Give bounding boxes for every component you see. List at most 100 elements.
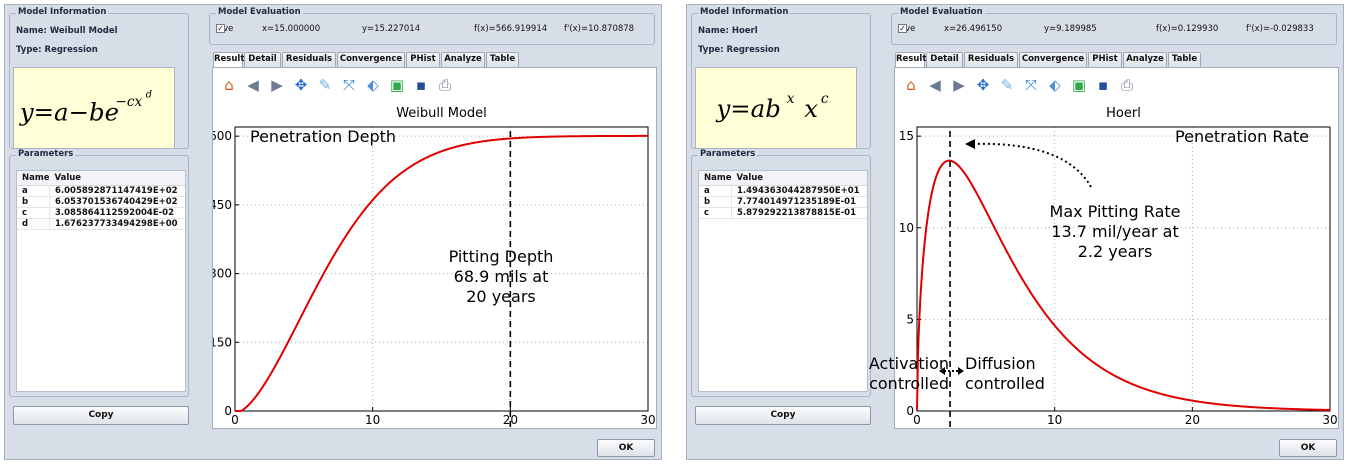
table-row[interactable]: b 7.774014971235189E-01 — [699, 196, 867, 208]
annotation-penetration-depth: Penetration Depth — [250, 127, 397, 146]
tab-phist[interactable]: PHist — [406, 52, 440, 67]
param-name: a — [699, 185, 732, 197]
table-row[interactable]: a 6.005892871147419E+02 — [17, 185, 185, 197]
tab-table[interactable]: Table — [1168, 52, 1201, 67]
plot-toolbar: ⌂ ◀ ▶ ✥ ✎ ⤧ ⬖ ▣ ▪ ⎙ — [213, 68, 455, 101]
result-tabs: Result Detail Residuals Convergence PHis… — [213, 52, 653, 68]
add-image-icon[interactable]: ▣ — [1069, 75, 1089, 95]
y-tick-label: 300 — [213, 267, 232, 281]
tab-residuals[interactable]: Residuals — [282, 52, 336, 67]
parameters-title: Parameters — [698, 149, 758, 159]
result-panel: ⌂ ◀ ▶ ✥ ✎ ⤧ ⬖ ▣ ▪ ⎙ Hoerl 0 10 20 30 0 5 10 15 P… — [869, 67, 1339, 429]
eval-y: y=15.227014 — [362, 24, 421, 34]
ok-button[interactable]: OK — [1279, 439, 1337, 457]
table-row[interactable]: d 1.676237733494298E+00 — [17, 218, 185, 230]
tab-convergence[interactable]: Convergence — [337, 52, 405, 67]
param-value: 1.494363044287950E+01 — [731, 185, 867, 197]
tab-detail[interactable]: Detail — [244, 52, 281, 67]
tab-residuals[interactable]: Residuals — [964, 52, 1018, 67]
edit-icon[interactable]: ✎ — [997, 75, 1017, 95]
live-toggle[interactable]: ✓Live — [216, 24, 233, 34]
plot-area[interactable]: Hoerl 0 10 20 30 0 5 10 15 Penetration Rate Max … — [869, 101, 1338, 428]
eval-x: x=26.496150 — [944, 24, 1003, 34]
param-value: 7.774014971235189E-01 — [731, 196, 867, 208]
pan-icon[interactable]: ✥ — [291, 75, 311, 95]
tag-icon[interactable]: ⬖ — [1045, 75, 1065, 95]
eval-x: x=15.000000 — [262, 24, 321, 34]
tab-convergence[interactable]: Convergence — [1019, 52, 1087, 67]
model-evaluation-title: Model Evaluation — [898, 7, 985, 17]
table-header: Name Value — [699, 171, 867, 186]
hoerl-chart[interactable]: Hoerl 0 10 20 30 0 5 10 15 — [895, 101, 1338, 428]
print-icon[interactable]: ⎙ — [1117, 75, 1137, 95]
copy-button[interactable]: Copy — [13, 406, 189, 425]
print-icon[interactable]: ⎙ — [435, 75, 455, 95]
home-icon[interactable]: ⌂ — [901, 75, 921, 95]
annotation-penetration-rate: Penetration Rate — [1175, 127, 1309, 146]
save-icon[interactable]: ▪ — [1093, 75, 1113, 95]
column-header-value[interactable]: Value — [731, 171, 867, 186]
tab-phist[interactable]: PHist — [1088, 52, 1122, 67]
zoom-fit-icon[interactable]: ⤧ — [339, 75, 359, 95]
zoom-fit-icon[interactable]: ⤧ — [1021, 75, 1041, 95]
model-evaluation-group: Model Evaluation ✓Live x=26.496150 y=9.1… — [891, 7, 1337, 45]
param-value: 5.879292213878815E-01 — [731, 207, 867, 219]
parameters-table[interactable]: Name Value a 6.005892871147419E+02 b 6.053… — [16, 170, 186, 392]
back-icon[interactable]: ◀ — [243, 75, 263, 95]
chart-title: Hoerl — [1106, 106, 1141, 121]
column-header-name[interactable]: Name — [17, 171, 50, 186]
param-value: 1.676237733494298E+00 — [49, 218, 185, 230]
live-checkbox[interactable]: ✓ — [216, 24, 225, 33]
svg-text:c: c — [821, 91, 829, 107]
eval-fx: f(x)=0.129930 — [1156, 24, 1219, 34]
model-information-title: Model Information — [16, 7, 109, 17]
weibull-chart[interactable]: Weibull Model01020300150300450600 — [213, 101, 656, 428]
model-name: Name: Hoerl — [698, 26, 758, 36]
peak-arrow-head — [965, 139, 975, 149]
pan-icon[interactable]: ✥ — [973, 75, 993, 95]
back-icon[interactable]: ◀ — [925, 75, 945, 95]
save-icon[interactable]: ▪ — [411, 75, 431, 95]
tag-icon[interactable]: ⬖ — [363, 75, 383, 95]
annotation-line: 2.2 years — [1077, 242, 1153, 261]
y-tick-label: 450 — [213, 198, 232, 212]
model-type: Type: Regression — [698, 45, 780, 55]
table-row[interactable]: c 5.879292213878815E-01 — [699, 207, 867, 219]
tab-analyze[interactable]: Analyze — [441, 52, 485, 67]
live-toggle[interactable]: ✓Live — [898, 24, 915, 34]
table-row[interactable]: a 1.494363044287950E+01 — [699, 185, 867, 197]
x-tick-label: 0 — [913, 413, 921, 427]
model-evaluation-title: Model Evaluation — [216, 7, 303, 17]
eval-y: y=9.189985 — [1044, 24, 1097, 34]
forward-icon[interactable]: ▶ — [949, 75, 969, 95]
weibull-model-window: Model Information Name: Weibull Model Ty… — [4, 4, 662, 460]
peak-arrow — [970, 142, 1092, 188]
annotation-line: Activation — [868, 354, 949, 373]
copy-button[interactable]: Copy — [695, 406, 871, 425]
home-icon[interactable]: ⌂ — [219, 75, 239, 95]
live-checkbox[interactable]: ✓ — [898, 24, 907, 33]
region-arrow-right-head — [958, 367, 964, 375]
parameters-table[interactable]: Name Value a 1.494363044287950E+01 b 7.774… — [698, 170, 868, 392]
tab-result[interactable]: Result — [895, 52, 926, 68]
tab-result[interactable]: Result — [213, 52, 244, 68]
plot-area[interactable]: Weibull Model01020300150300450600 Penetr… — [213, 101, 656, 428]
parameters-title: Parameters — [16, 149, 76, 159]
table-row[interactable]: c 3.085864112592004E-02 — [17, 207, 185, 219]
table-row[interactable]: b 6.053701536740429E+02 — [17, 196, 185, 208]
column-header-name[interactable]: Name — [699, 171, 732, 186]
formula-display: y=a−be −cx d — [13, 67, 175, 149]
add-image-icon[interactable]: ▣ — [387, 75, 407, 95]
annotation-max-pitting-rate: Max Pitting Rate 13.7 mil/year at 2.2 ye… — [1035, 202, 1195, 262]
edit-icon[interactable]: ✎ — [315, 75, 335, 95]
evaluation-row: ✓Live x=26.496150 y=9.189985 f(x)=0.1299… — [898, 24, 1330, 38]
ok-button[interactable]: OK — [597, 439, 655, 457]
forward-icon[interactable]: ▶ — [267, 75, 287, 95]
annotation-line: controlled — [869, 374, 949, 393]
eval-fprime: f'(x)=10.870878 — [564, 24, 635, 34]
column-header-value[interactable]: Value — [49, 171, 185, 186]
tab-table[interactable]: Table — [486, 52, 519, 67]
svg-text:y=ab: y=ab — [715, 94, 780, 123]
tab-detail[interactable]: Detail — [926, 52, 963, 67]
tab-analyze[interactable]: Analyze — [1123, 52, 1167, 67]
